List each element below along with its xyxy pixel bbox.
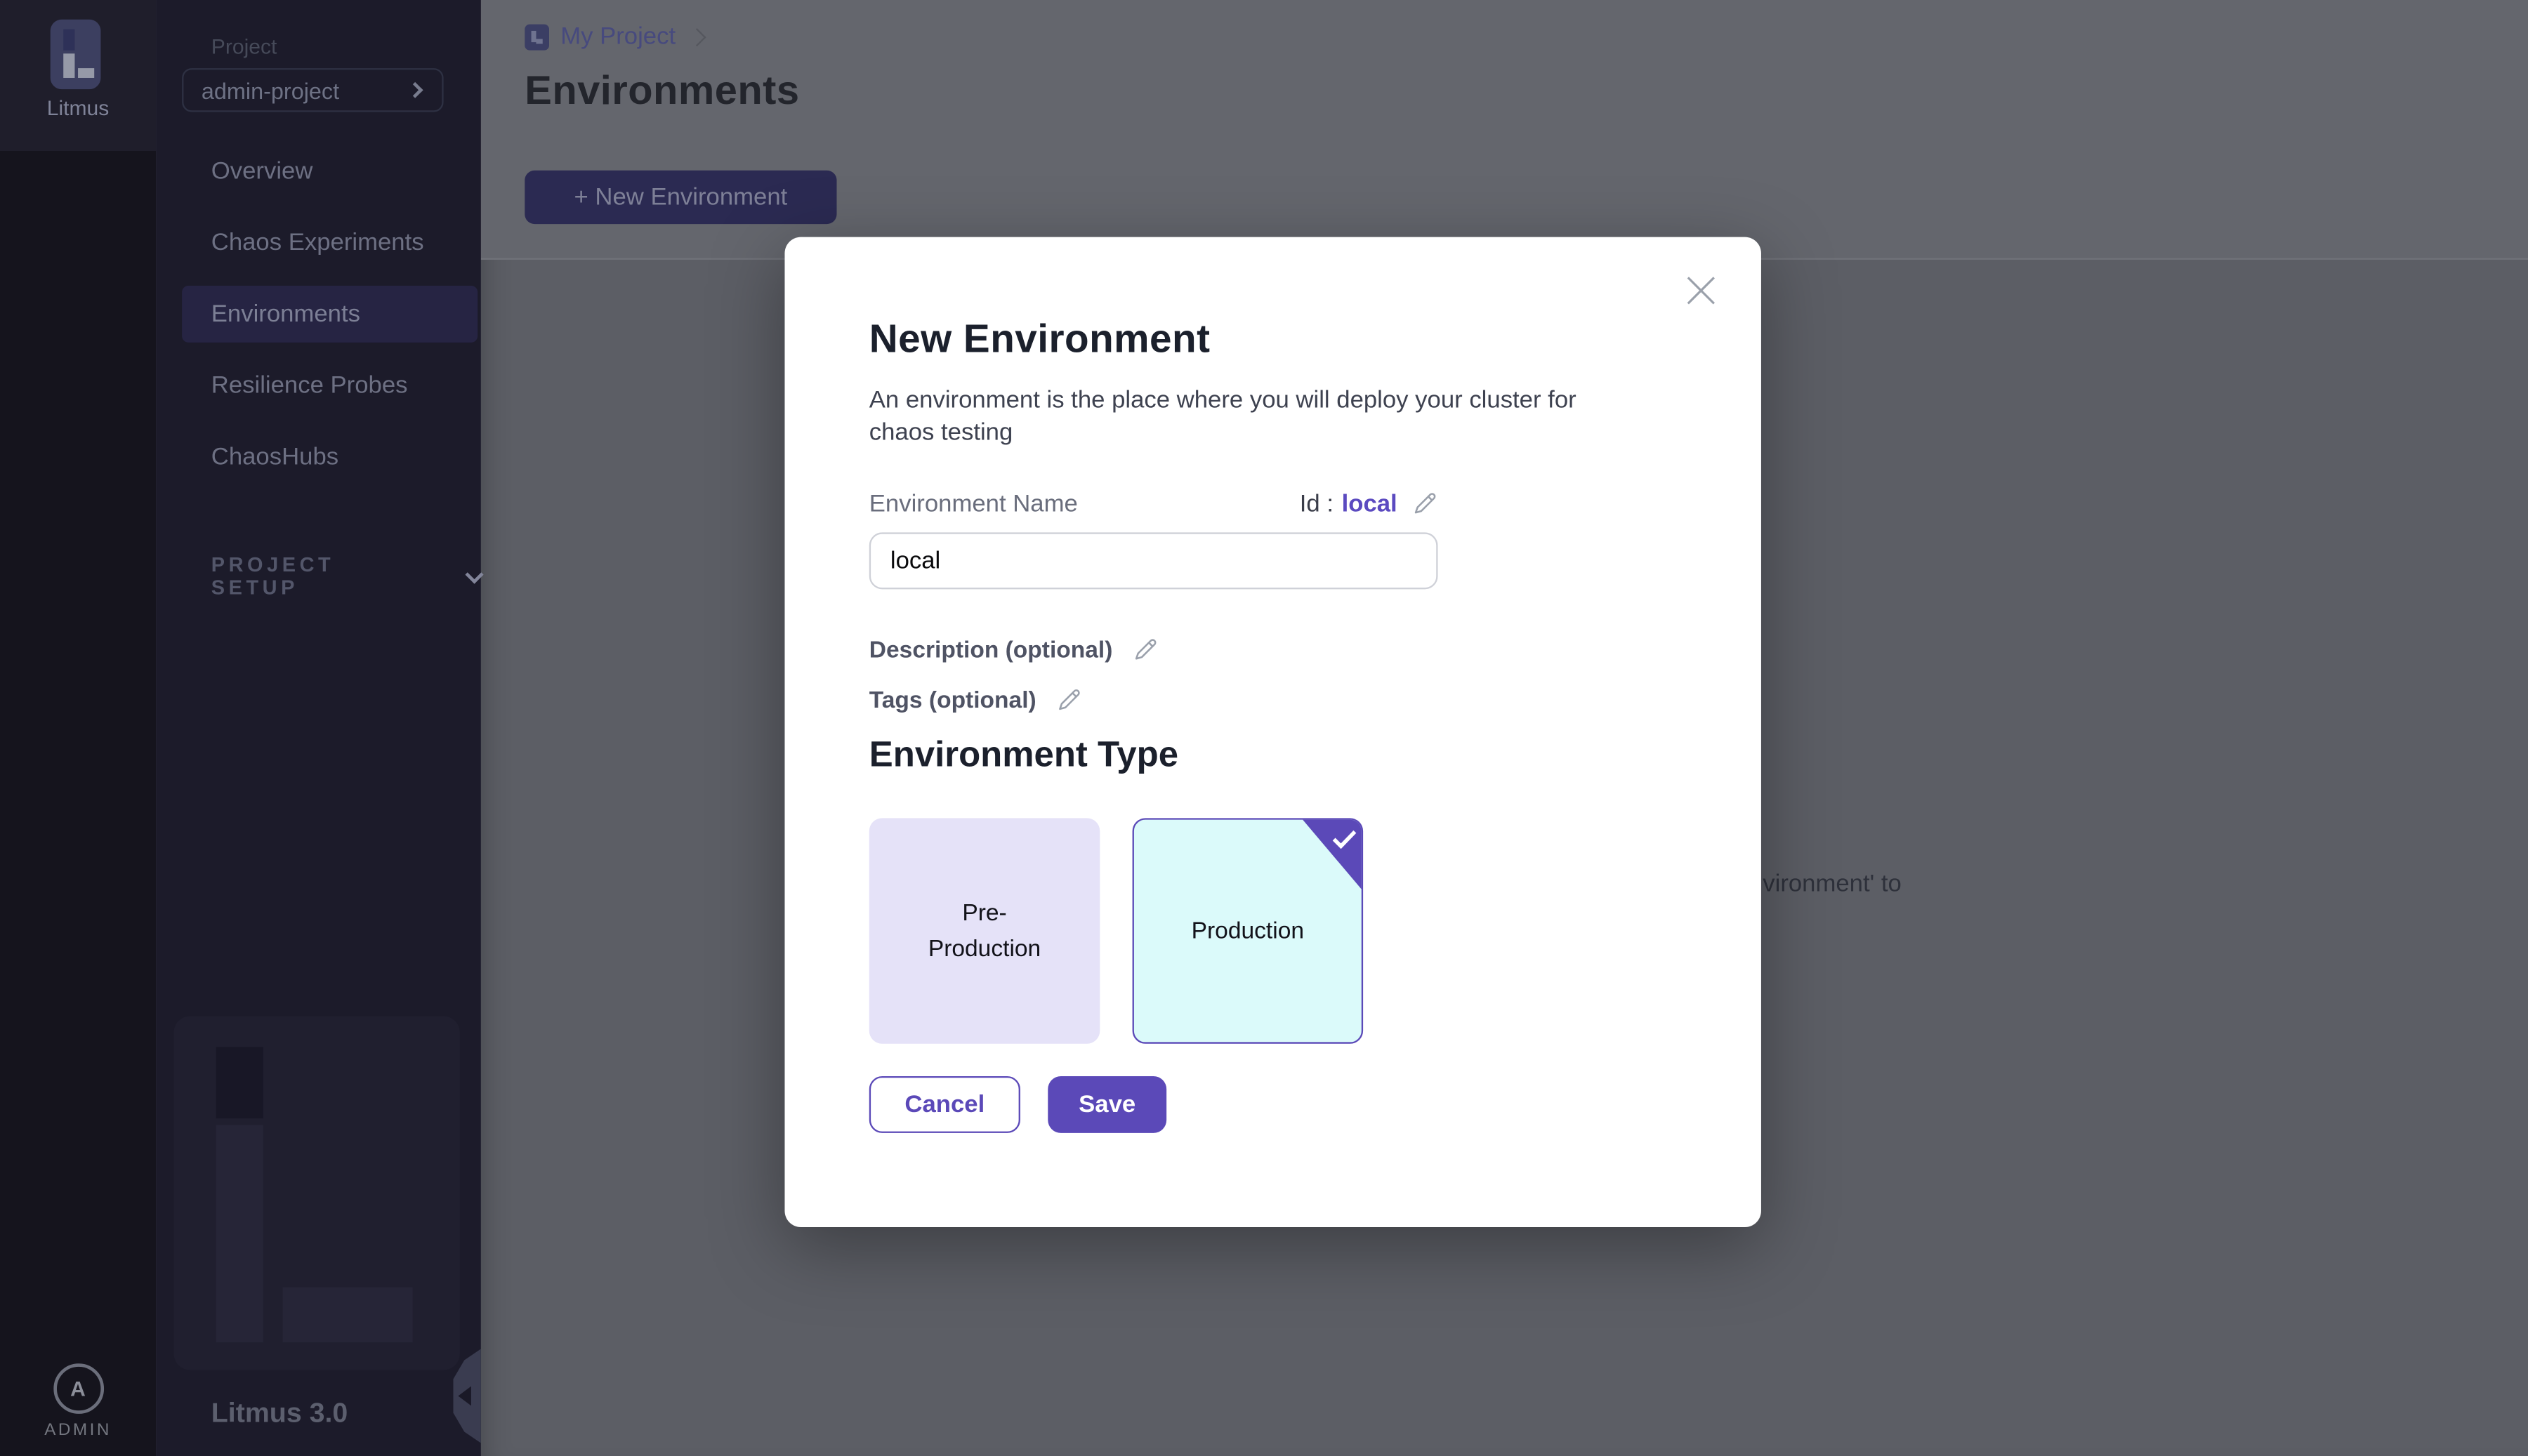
option-label: Pre-Production xyxy=(915,895,1055,967)
option-pre-production[interactable]: Pre-Production xyxy=(869,818,1100,1043)
sidebar-item-resilience-probes[interactable]: Resilience Probes xyxy=(182,357,478,414)
nav-items: Overview Chaos Experiments Environments … xyxy=(156,143,481,500)
environment-id-group: Id : local xyxy=(1300,489,1438,517)
close-icon[interactable] xyxy=(1683,272,1719,308)
tags-optional-row: Tags (optional) xyxy=(869,687,1677,714)
cancel-button[interactable]: Cancel xyxy=(869,1076,1020,1133)
modal-title: New Environment xyxy=(869,237,1677,364)
version-label: Litmus 3.0 xyxy=(211,1398,348,1430)
empty-state-text-fragment: vironment' to xyxy=(1763,870,1902,897)
sidebar-collapse-toggle[interactable] xyxy=(453,1349,480,1443)
environment-type-heading: Environment Type xyxy=(869,734,1677,776)
id-value: local xyxy=(1342,489,1397,517)
edit-id-icon[interactable] xyxy=(1410,489,1437,517)
new-environment-modal: New Environment An environment is the pl… xyxy=(784,237,1760,1227)
selected-check-badge xyxy=(1301,818,1363,891)
environment-name-label: Environment Name xyxy=(869,489,1078,517)
chevron-right-icon xyxy=(407,82,423,98)
modal-actions: Cancel Save xyxy=(869,1076,1677,1133)
sidebar-nav: Project admin-project Overview Chaos Exp… xyxy=(156,0,481,1456)
breadcrumb: My Project xyxy=(525,22,703,50)
user-role-label: ADMIN xyxy=(0,1420,156,1440)
modal-description-line1: An environment is the place where you wi… xyxy=(869,386,1576,413)
modal-description: An environment is the place where you wi… xyxy=(869,385,1677,449)
chevron-right-icon xyxy=(687,27,706,46)
project-setup-label: PROJECT SETUP xyxy=(211,553,429,599)
option-label: Production xyxy=(1192,913,1304,949)
edit-tags-icon[interactable] xyxy=(1054,687,1081,714)
sidebar-item-environments[interactable]: Environments xyxy=(182,286,478,343)
option-production[interactable]: Production xyxy=(1133,818,1364,1043)
new-environment-button[interactable]: + New Environment xyxy=(525,171,836,224)
project-selector-value: admin-project xyxy=(202,77,409,103)
litmus-logo-label: Litmus xyxy=(0,95,156,120)
user-avatar[interactable]: A xyxy=(53,1363,103,1414)
check-icon xyxy=(1332,830,1357,849)
chevron-down-icon xyxy=(466,564,484,583)
environment-name-input[interactable] xyxy=(869,532,1438,589)
environment-type-options: Pre-Production Production xyxy=(869,818,1677,1043)
page-title: Environments xyxy=(525,68,799,115)
project-selector[interactable]: admin-project xyxy=(182,68,443,112)
edit-description-icon[interactable] xyxy=(1131,636,1158,663)
litmus-watermark xyxy=(174,1016,460,1370)
project-section-label: Project xyxy=(211,34,277,59)
description-optional-row: Description (optional) xyxy=(869,636,1677,663)
litmus-logo-icon xyxy=(525,24,549,50)
app-viewport: My Project Environments + New Environmen… xyxy=(0,0,2528,1456)
litmus-logo[interactable] xyxy=(51,20,101,89)
id-label: Id : xyxy=(1300,489,1334,517)
sidebar-item-chaos-experiments[interactable]: Chaos Experiments xyxy=(182,214,478,271)
sidebar-rail: Litmus A ADMIN xyxy=(0,0,156,1456)
description-optional-label: Description (optional) xyxy=(869,637,1113,663)
user-block[interactable]: A ADMIN xyxy=(0,1363,156,1440)
sidebar-item-chaoshubs[interactable]: ChaosHubs xyxy=(182,428,478,485)
sidebar-item-overview[interactable]: Overview xyxy=(182,143,478,199)
name-field-row: Environment Name Id : local xyxy=(869,487,1438,519)
project-setup-section[interactable]: PROJECT SETUP xyxy=(211,553,481,599)
modal-description-line2: chaos testing xyxy=(869,419,1013,446)
breadcrumb-project-link[interactable]: My Project xyxy=(560,22,676,50)
save-button[interactable]: Save xyxy=(1048,1076,1166,1133)
tags-optional-label: Tags (optional) xyxy=(869,687,1036,713)
triangle-left-icon xyxy=(458,1386,471,1406)
